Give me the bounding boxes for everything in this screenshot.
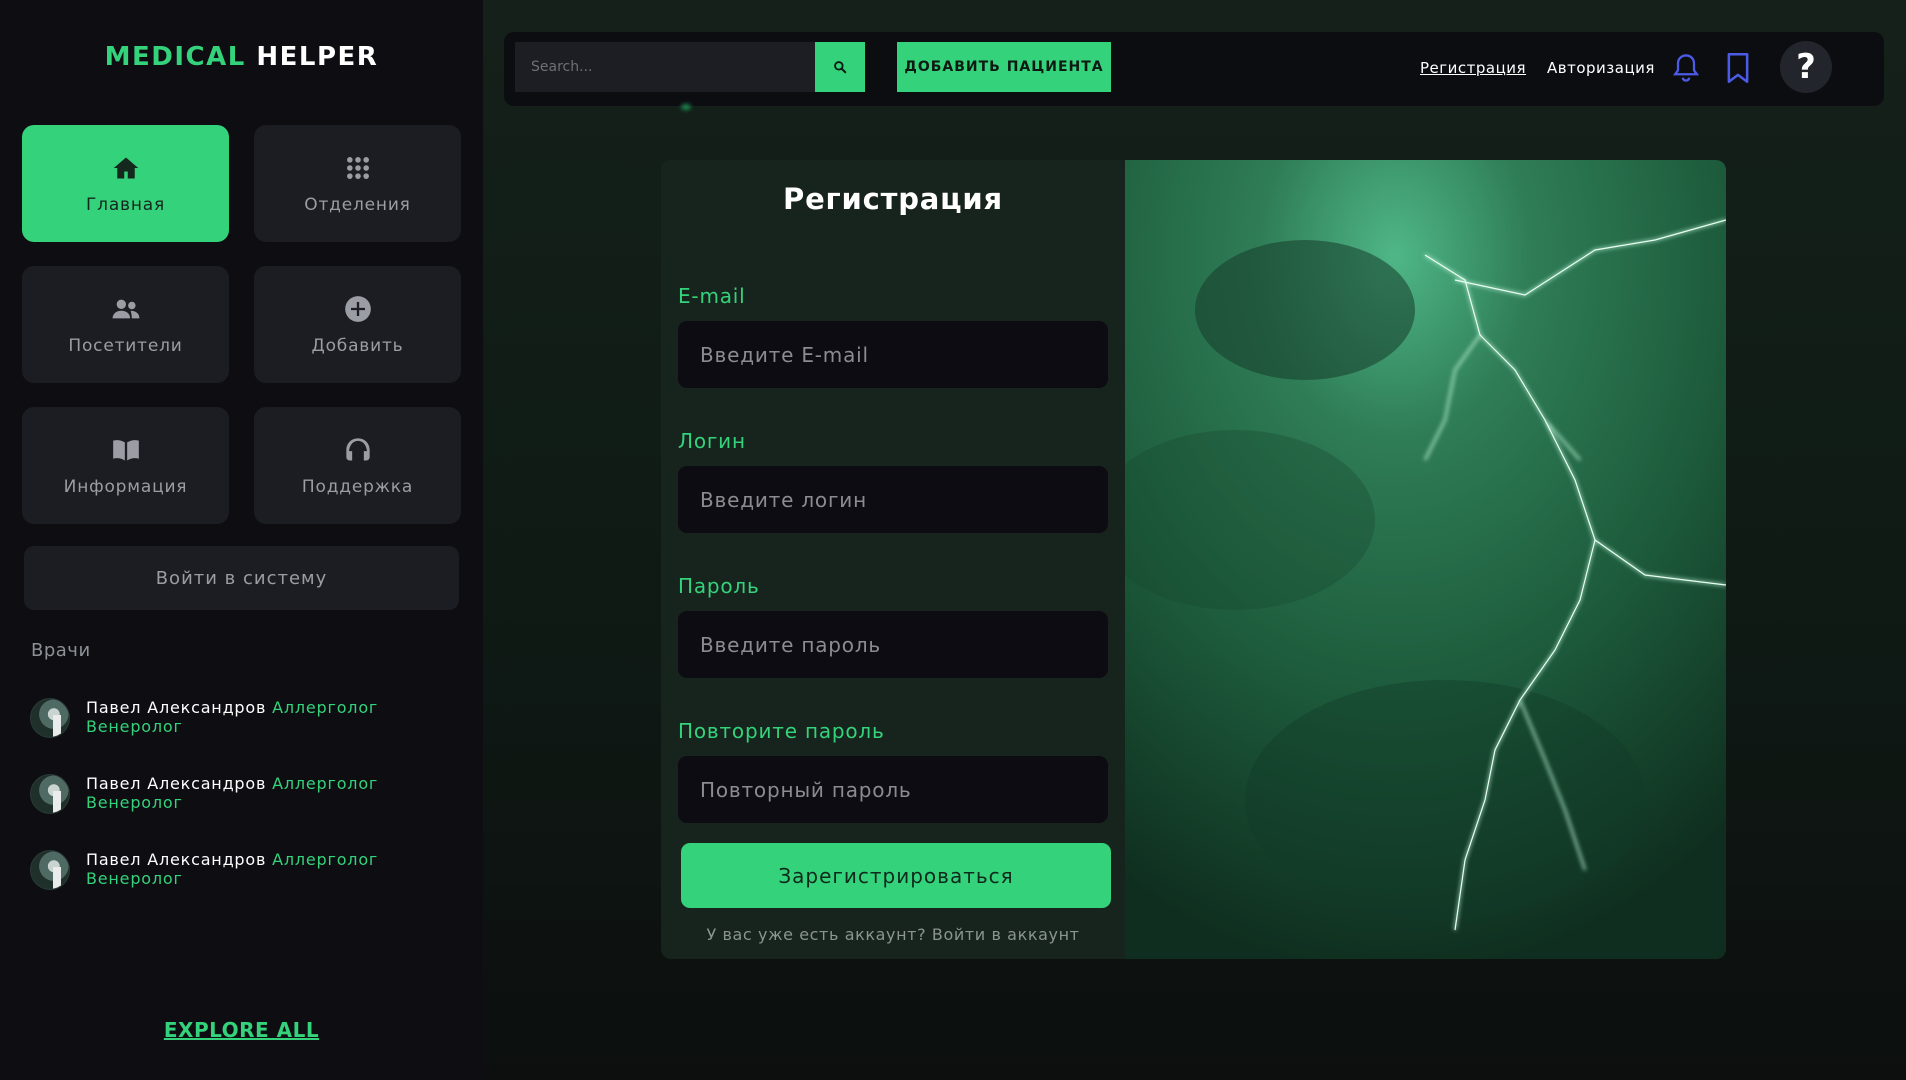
- tile-support-label: Поддержка: [301, 476, 414, 497]
- doctor-name: Павел Александров: [86, 774, 267, 793]
- password-label: Пароль: [678, 574, 760, 598]
- doctor-specialty: Аллерголог: [272, 698, 379, 717]
- main-area: ДОБАВИТЬ ПАЦИЕНТА Регистрация Авторизаци…: [483, 0, 1906, 1080]
- doctor-info: Павел Александров Аллерголог Венеролог: [86, 774, 378, 812]
- tile-add[interactable]: Добавить: [254, 266, 461, 383]
- top-bar: ДОБАВИТЬ ПАЦИЕНТА Регистрация Авторизаци…: [504, 32, 1884, 106]
- password-field[interactable]: [678, 611, 1108, 678]
- add-patient-button[interactable]: ДОБАВИТЬ ПАЦИЕНТА: [897, 42, 1111, 92]
- doctor-item[interactable]: Павел Александров Аллерголог Венеролог: [30, 850, 470, 894]
- book-icon: [111, 435, 141, 465]
- plus-circle-icon: [343, 294, 373, 324]
- login-label: Логин: [678, 429, 746, 453]
- home-icon: [111, 153, 141, 183]
- have-account-text: У вас уже есть аккаунт? Войти в аккаунт: [661, 925, 1125, 944]
- doctor-specialty: Венеролог: [86, 717, 183, 736]
- email-field[interactable]: [678, 321, 1108, 388]
- doctor-info: Павел Александров Аллерголог Венеролог: [86, 698, 378, 736]
- decorative-glow: [681, 104, 691, 110]
- tile-departments[interactable]: Отделения: [254, 125, 461, 242]
- bookmark-icon[interactable]: [1726, 52, 1750, 84]
- register-button[interactable]: Зарегистрироваться: [681, 843, 1111, 908]
- logo-part-helper: HELPER: [256, 42, 379, 72]
- doctor-specialty: Аллерголог: [272, 774, 379, 793]
- tile-departments-label: Отделения: [304, 194, 411, 215]
- tile-home[interactable]: Главная: [22, 125, 229, 242]
- users-icon: [111, 294, 141, 324]
- have-account-question: У вас уже есть аккаунт?: [706, 925, 927, 944]
- bell-icon[interactable]: [1672, 52, 1700, 84]
- search-input[interactable]: [515, 42, 815, 92]
- email-label: E-mail: [678, 284, 746, 308]
- avatar: [30, 850, 70, 890]
- registration-form: Регистрация E-mail Логин Пароль Повторит…: [661, 160, 1125, 959]
- lightning-image: [1125, 160, 1726, 959]
- registration-card: Регистрация E-mail Логин Пароль Повторит…: [661, 160, 1726, 959]
- tile-home-label: Главная: [85, 194, 166, 215]
- doctor-specialty: Аллерголог: [272, 850, 379, 869]
- logo[interactable]: MEDICAL HELPER: [0, 42, 483, 72]
- doctor-item[interactable]: Павел Александров Аллерголог Венеролог: [30, 698, 470, 742]
- search-icon: [834, 61, 847, 74]
- grid-icon: [343, 153, 373, 183]
- login-field[interactable]: [678, 466, 1108, 533]
- tile-visitors-label: Посетители: [68, 335, 183, 356]
- doctor-info: Павел Александров Аллерголог Венеролог: [86, 850, 378, 888]
- form-title: Регистрация: [783, 182, 1003, 216]
- logo-part-medical: MEDICAL: [104, 42, 246, 72]
- doctor-name: Павел Александров: [86, 698, 267, 717]
- avatar: [30, 698, 70, 738]
- avatar: [30, 774, 70, 814]
- tile-information[interactable]: Информация: [22, 407, 229, 524]
- doctor-name: Павел Александров: [86, 850, 267, 869]
- nav-tiles: Главная Отделения Посетители Добавить Ин…: [22, 125, 461, 524]
- question-icon: ?: [1796, 47, 1816, 87]
- headphones-icon: [343, 435, 373, 465]
- doctor-item[interactable]: Павел Александров Аллерголог Венеролог: [30, 774, 470, 818]
- doctor-specialty: Венеролог: [86, 793, 183, 812]
- nav-register-link[interactable]: Регистрация: [1420, 59, 1526, 77]
- login-system-button[interactable]: Войти в систему: [24, 546, 459, 610]
- repeat-password-field[interactable]: [678, 756, 1108, 823]
- doctors-title: Врачи: [31, 640, 91, 661]
- explore-all-link[interactable]: EXPLORE ALL: [0, 1018, 483, 1042]
- repeat-password-label: Повторите пароль: [678, 719, 885, 743]
- tile-information-label: Информация: [63, 476, 188, 497]
- tile-support[interactable]: Поддержка: [254, 407, 461, 524]
- login-account-link[interactable]: Войти в аккаунт: [932, 925, 1080, 944]
- search-button[interactable]: [815, 42, 865, 92]
- help-button[interactable]: ?: [1780, 41, 1832, 93]
- doctor-specialty: Венеролог: [86, 869, 183, 888]
- tile-visitors[interactable]: Посетители: [22, 266, 229, 383]
- tile-add-label: Добавить: [311, 335, 404, 356]
- nav-login-link[interactable]: Авторизация: [1547, 59, 1655, 77]
- sidebar: MEDICAL HELPER Главная Отделения Посетит…: [0, 0, 483, 1080]
